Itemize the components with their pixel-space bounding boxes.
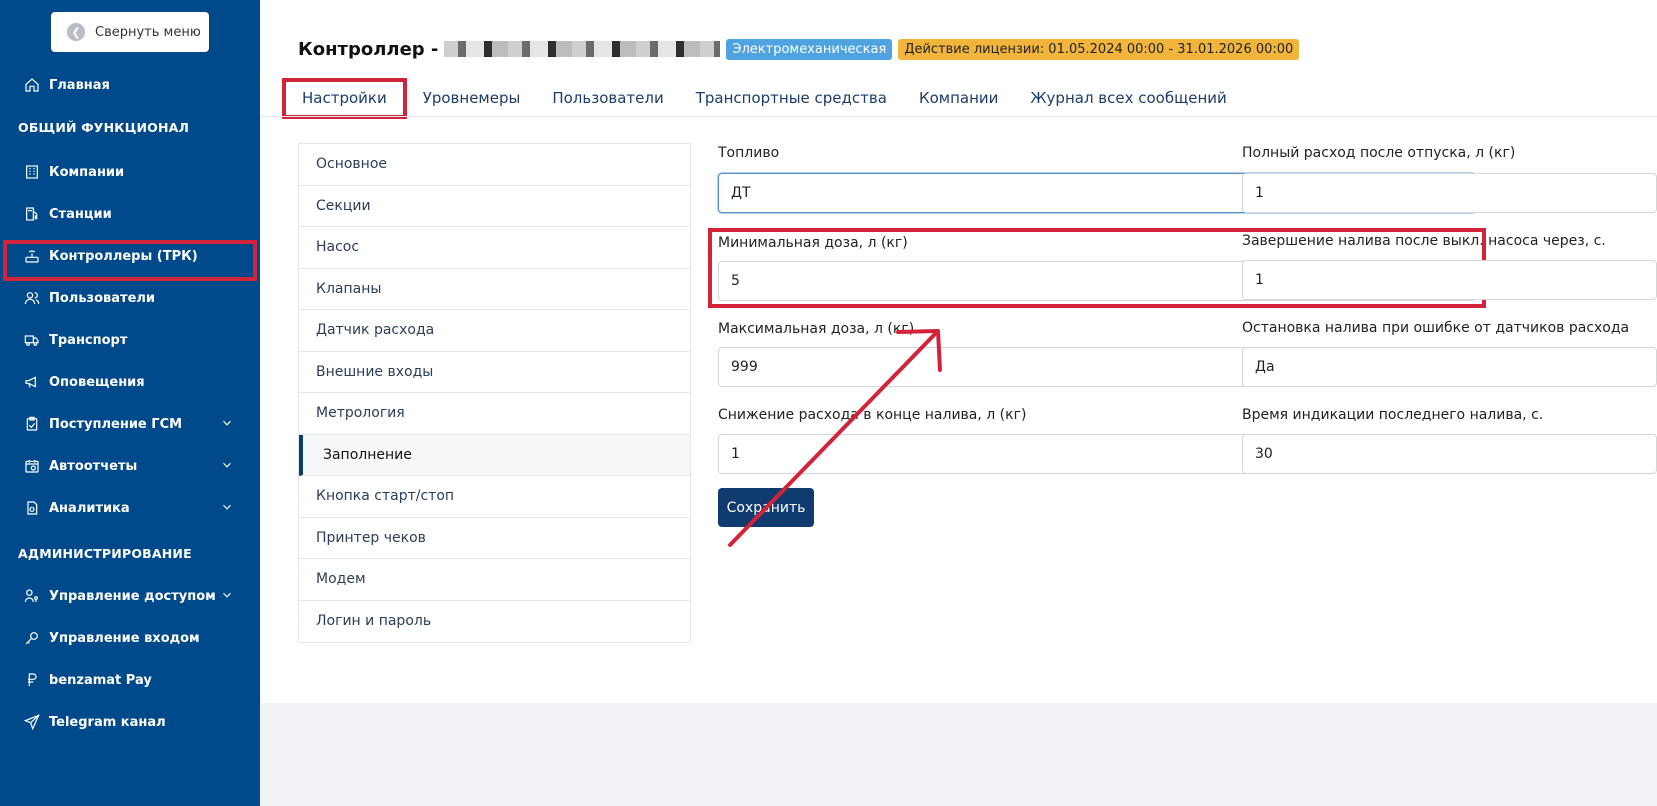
annotation-arrow (728, 329, 942, 547)
